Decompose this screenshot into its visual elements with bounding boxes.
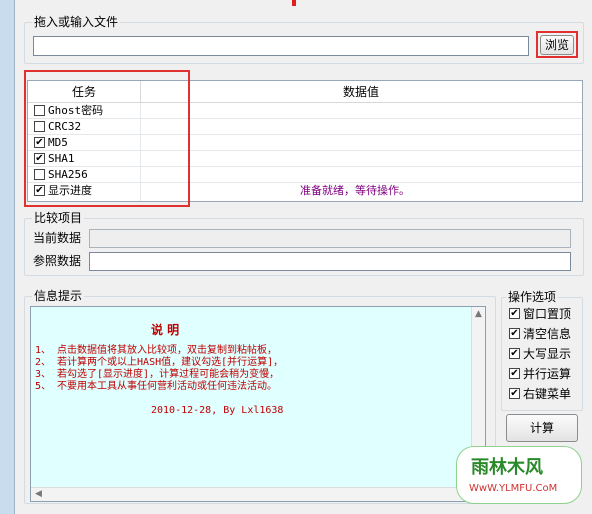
option-checkbox[interactable]: ✔	[509, 348, 520, 359]
task-annotation-box	[24, 70, 190, 207]
options-list: ✔ 窗口置顶 ✔ 清空信息 ✔ 大写显示 ✔ 并行运算 ✔ 右键菜单	[503, 304, 581, 408]
option-checkbox[interactable]: ✔	[509, 388, 520, 399]
file-group-legend: 拖入或输入文件	[32, 15, 121, 29]
options-group-legend: 操作选项	[506, 290, 559, 304]
browse-button[interactable]: 浏览	[540, 35, 574, 55]
file-path-input[interactable]	[33, 36, 529, 56]
watermark-text: 雨林木风	[471, 457, 543, 478]
option-label: 并行运算	[523, 367, 572, 381]
info-line: 3、 若勾选了[显示进度]，计算过程可能会稍为变慢，	[35, 369, 280, 380]
info-group-legend: 信息提示	[32, 289, 85, 303]
info-signature: 2010-12-28, By Lxl1638	[151, 405, 284, 416]
watermark-logo: 雨林木风 WwW.YLMFU.CoM	[456, 446, 582, 504]
watermark-url: WwW.YLMFU.CoM	[469, 483, 558, 494]
current-data-field	[89, 229, 571, 248]
info-line: 1、 点击数据值将其放入比较项，双击复制到粘帖板，	[35, 345, 278, 356]
option-label: 清空信息	[523, 327, 572, 341]
info-title: 说 明	[151, 323, 180, 337]
option-checkbox[interactable]: ✔	[509, 368, 520, 379]
annotation-marker	[292, 0, 296, 6]
status-message: 准备就绪，等待操作。	[300, 184, 410, 197]
option-label: 大写显示	[523, 347, 572, 361]
reference-data-label: 参照数据	[33, 254, 82, 268]
option-checkbox[interactable]: ✔	[509, 308, 520, 319]
calculate-button[interactable]: 计算	[506, 414, 578, 442]
info-text-panel: 说 明 1、 点击数据值将其放入比较项，双击复制到粘帖板， 2、 若计算两个或以…	[30, 306, 486, 502]
scroll-up-icon[interactable]: ▲	[475, 309, 482, 319]
current-data-label: 当前数据	[33, 231, 82, 245]
option-checkbox[interactable]: ✔	[509, 328, 520, 339]
info-line: 2、 若计算两个或以上HASH值，建议勾选[并行运算]，	[35, 357, 284, 368]
scroll-left-icon[interactable]: ◀	[35, 489, 42, 499]
column-header-value[interactable]: 数据值	[141, 81, 581, 103]
reference-data-field[interactable]	[89, 252, 571, 271]
info-line: 5、 不要用本工具从事任何营利活动或任何违法活动。	[35, 381, 278, 392]
compare-group-legend: 比较项目	[32, 211, 85, 225]
option-label: 右键菜单	[523, 387, 572, 401]
option-label: 窗口置顶	[523, 307, 572, 321]
horizontal-scrollbar[interactable]: ◀	[31, 487, 471, 501]
